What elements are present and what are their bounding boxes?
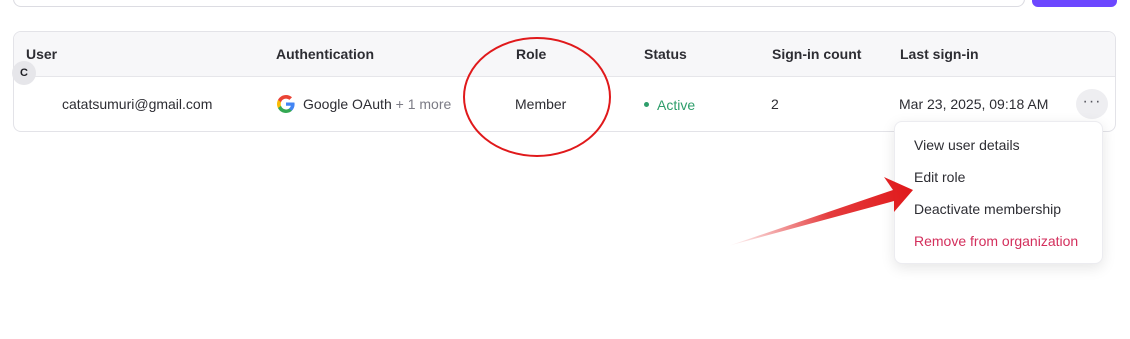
menu-item-remove-from-organization[interactable]: Remove from organization: [914, 233, 1078, 249]
row-actions-menu: View user details Edit role Deactivate m…: [894, 121, 1103, 264]
column-header-status[interactable]: Status: [644, 46, 687, 62]
avatar: C: [12, 61, 36, 85]
google-logo-icon: [277, 95, 295, 113]
column-header-authentication[interactable]: Authentication: [276, 46, 374, 62]
invite-button[interactable]: [1032, 0, 1117, 7]
members-table: User Authentication Role Status Sign-in …: [13, 31, 1116, 132]
menu-item-edit-role[interactable]: Edit role: [914, 169, 965, 185]
edit-role-arrow: [728, 177, 913, 246]
column-header-sign-in-count[interactable]: Sign-in count: [772, 46, 861, 62]
menu-item-view-user-details[interactable]: View user details: [914, 137, 1020, 153]
auth-more-count[interactable]: + 1 more: [396, 96, 452, 112]
column-header-role[interactable]: Role: [516, 46, 546, 62]
last-sign-in: Mar 23, 2025, 09:18 AM: [899, 96, 1049, 112]
status-dot-icon: [644, 102, 649, 107]
table-header: User Authentication Role Status Sign-in …: [14, 32, 1115, 77]
auth-provider-name: Google OAuth: [303, 96, 392, 112]
menu-item-deactivate-membership[interactable]: Deactivate membership: [914, 201, 1061, 217]
auth-provider: Google OAuth + 1 more: [303, 96, 451, 112]
more-horizontal-icon: ···: [1082, 93, 1102, 110]
user-email: catatsumuri@gmail.com: [62, 96, 213, 112]
column-header-last-sign-in[interactable]: Last sign-in: [900, 46, 979, 62]
row-actions-button[interactable]: ···: [1076, 89, 1108, 119]
search-input[interactable]: [13, 0, 1025, 7]
role-value: Member: [515, 96, 567, 112]
sign-in-count: 2: [771, 96, 779, 112]
column-header-user[interactable]: User: [26, 46, 57, 62]
status-badge: Active: [657, 97, 696, 113]
